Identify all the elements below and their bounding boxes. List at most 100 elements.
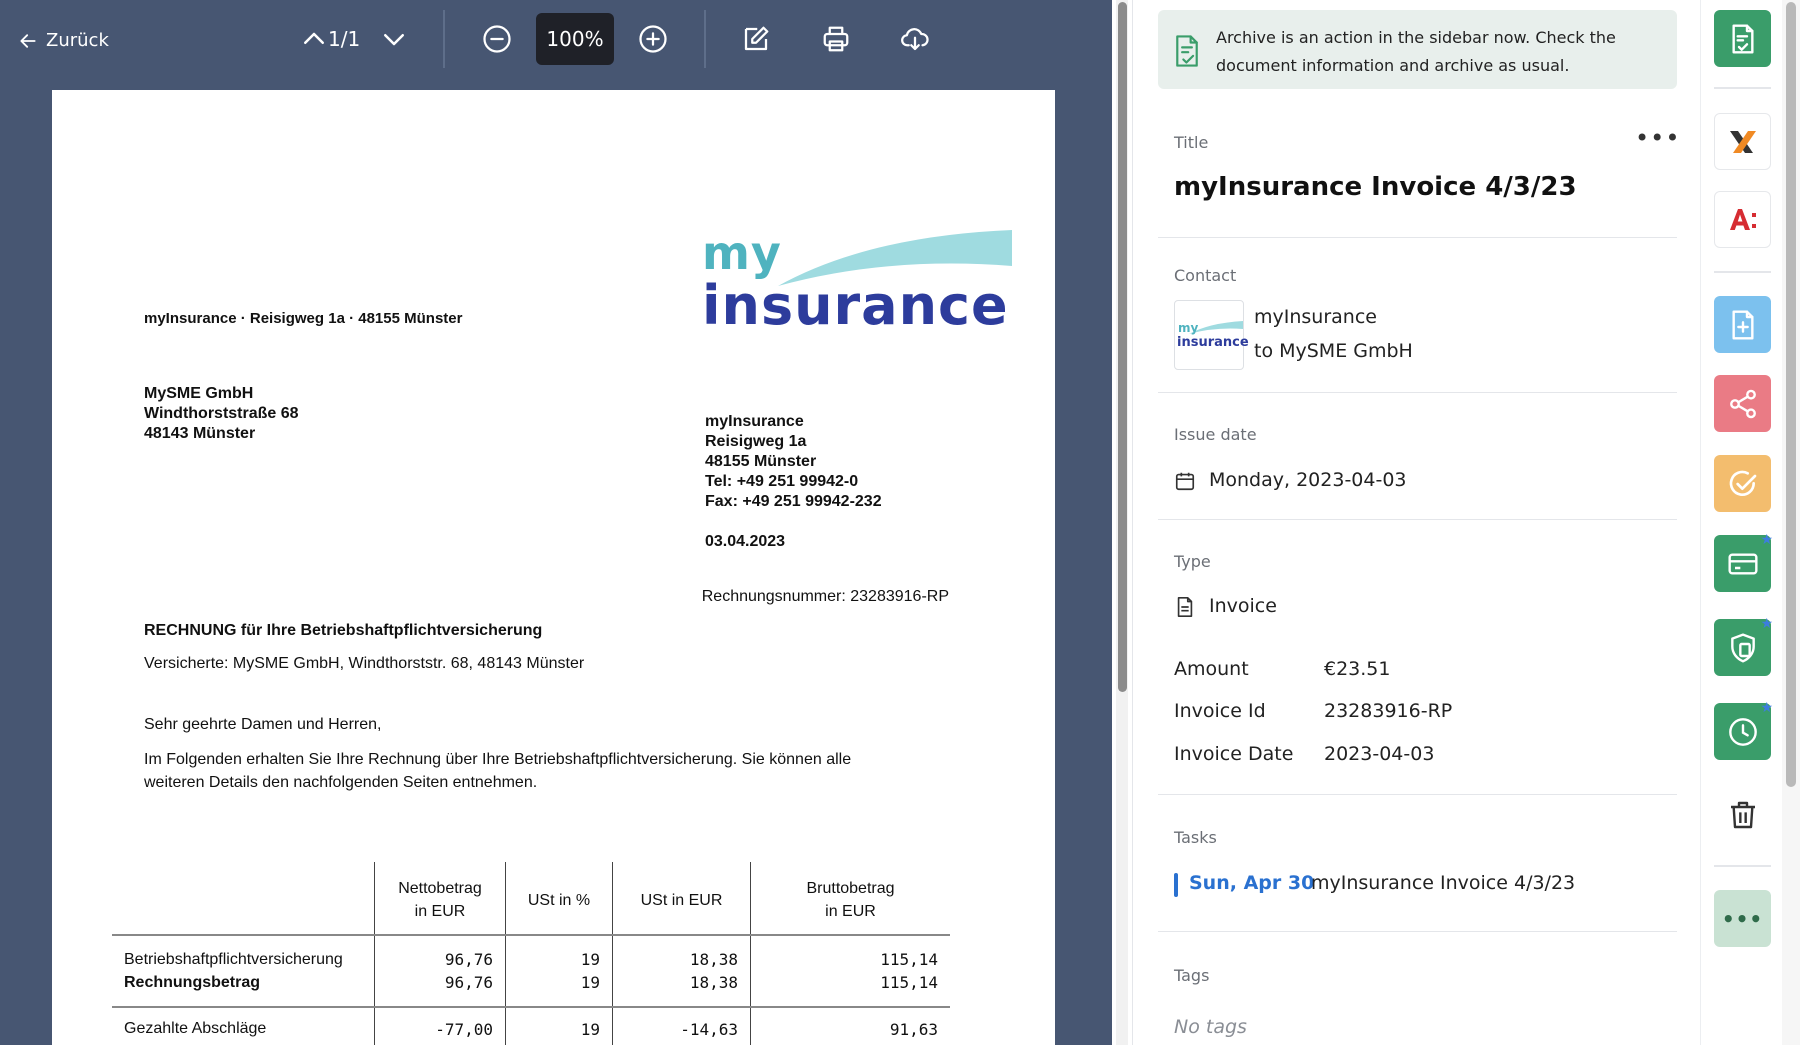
row-label: Betriebshaftpflichtversicherung <box>124 951 343 968</box>
check-circle-icon <box>1729 470 1756 496</box>
sender-line: 48155 Münster <box>705 453 817 470</box>
print-button[interactable] <box>816 19 856 59</box>
table-header-row: Nettobetrag in EUR USt in % USt in EUR Br… <box>112 862 950 934</box>
gross-cell: 115,14 115,14 <box>750 936 950 1006</box>
chevron-down-icon <box>384 34 404 46</box>
field-value[interactable]: €23.51 <box>1324 658 1390 680</box>
back-label: Zurück <box>46 30 109 51</box>
sender-line: Tel: +49 251 99942-0 <box>705 473 859 490</box>
body-text: Im Folgenden erhalten Sie Ihre Rechnung … <box>144 751 852 791</box>
payment-button[interactable]: ★ <box>1714 532 1773 592</box>
zoom-out-button[interactable] <box>477 19 517 59</box>
next-page-button[interactable] <box>374 19 414 59</box>
task-indicator <box>1174 873 1178 897</box>
sidebar-scrollbar[interactable] <box>1782 0 1800 1045</box>
tasks-label: Tasks <box>1174 828 1217 847</box>
logo-my: my <box>702 226 782 280</box>
document-date: 03.04.2023 <box>705 533 786 550</box>
sender-line: myInsurance <box>705 413 804 430</box>
star-icon: ★ <box>1760 616 1773 632</box>
notice-text: Archive is an action in the sidebar now.… <box>1216 28 1616 75</box>
type-label: Type <box>1174 552 1211 571</box>
task-name[interactable]: myInsurance Invoice 4/3/23 <box>1311 872 1575 894</box>
issue-date-label: Issue date <box>1174 425 1257 444</box>
type-value[interactable]: Invoice <box>1209 595 1277 617</box>
contact-label: Contact <box>1174 266 1237 285</box>
insured-party: Versicherte: MySME GmbH, Windthorststr. … <box>144 655 585 672</box>
issue-date-value[interactable]: Monday, 2023-04-03 <box>1209 469 1407 491</box>
arrow-left-icon <box>20 33 36 48</box>
more-options-button[interactable]: ••• <box>1635 124 1680 152</box>
edit-icon <box>744 26 769 51</box>
archive-button[interactable] <box>1714 10 1771 67</box>
credit-card-icon <box>1727 552 1758 575</box>
invoice-subject: RECHNUNG für Ihre Betriebshaftpflichtver… <box>144 622 543 639</box>
minus-circle-icon <box>483 25 511 53</box>
clock-icon <box>1728 717 1757 746</box>
viewer-scrollbar[interactable] <box>1116 0 1128 1045</box>
zoom-in-button[interactable] <box>633 19 673 59</box>
field-key: Invoice Id <box>1174 700 1266 722</box>
table-header: Bruttobetrag in EUR <box>750 862 950 934</box>
more-actions-button[interactable]: ••• <box>1714 890 1771 947</box>
field-value[interactable]: 2023-04-03 <box>1324 743 1434 765</box>
add-document-button[interactable] <box>1714 296 1771 353</box>
sender-address: myInsurance Reisigweg 1a 48155 Münster T… <box>705 412 882 512</box>
sender-line: Reisigweg 1a <box>705 433 807 450</box>
tags-label: Tags <box>1174 966 1210 985</box>
document-viewer: Zurück 1/1 100% myInsurance · Reisigweg <box>0 0 1112 1045</box>
scrollbar-thumb[interactable] <box>1786 2 1796 787</box>
back-button[interactable]: Zurück <box>18 30 109 51</box>
approve-button[interactable] <box>1714 455 1771 512</box>
star-icon: ★ <box>1760 532 1773 548</box>
row-label: Rechnungsbetrag <box>124 974 261 991</box>
net-cell: -77,00 <box>374 1008 505 1045</box>
divider <box>1158 392 1677 393</box>
recipient-line: Windthorststraße 68 <box>144 405 299 422</box>
rail-divider <box>1714 271 1771 273</box>
document-page: myInsurance · Reisigweg 1a · 48155 Münst… <box>52 90 1055 1045</box>
invoice-table: Nettobetrag in EUR USt in % USt in EUR Br… <box>112 862 950 1045</box>
delete-button[interactable] <box>1714 786 1771 843</box>
divider <box>1158 237 1677 238</box>
rail-divider <box>1714 87 1771 89</box>
insurance-button[interactable]: ★ <box>1714 616 1773 676</box>
xero-export-button[interactable] <box>1714 113 1771 170</box>
download-button[interactable] <box>895 19 935 59</box>
recipient-line: MySME GmbH <box>144 385 254 402</box>
divider <box>1158 794 1677 795</box>
xero-icon <box>1729 130 1756 153</box>
page-indicator: 1/1 <box>328 27 361 51</box>
company-logo: my insurance <box>702 226 1012 346</box>
document-check-icon <box>1176 35 1198 67</box>
edit-button[interactable] <box>736 19 776 59</box>
contact-recipient: to MySME GmbH <box>1254 340 1413 362</box>
info-notice: Archive is an action in the sidebar now.… <box>1158 10 1677 89</box>
contact-name[interactable]: myInsurance <box>1254 306 1377 328</box>
sender-line: myInsurance · Reisigweg 1a · 48155 Münst… <box>144 310 463 327</box>
table-header: USt in EUR <box>612 862 750 934</box>
scrollbar-thumb[interactable] <box>1118 2 1127 692</box>
task-date[interactable]: Sun, Apr 30 <box>1189 872 1314 894</box>
trash-icon <box>1730 801 1755 828</box>
a-colon-icon <box>1729 208 1756 230</box>
vat-pct-cell: 19 19 <box>505 936 612 1006</box>
table-header <box>112 862 374 934</box>
action-rail: ★ ★ ★ ••• <box>1700 0 1782 1045</box>
field-value[interactable]: 23283916-RP <box>1324 700 1452 722</box>
document-title[interactable]: myInsurance Invoice 4/3/23 <box>1174 172 1577 202</box>
viewer-toolbar: Zurück 1/1 100% <box>0 0 1112 78</box>
share-button[interactable] <box>1714 375 1771 432</box>
addison-export-button[interactable] <box>1714 191 1771 248</box>
zoom-level[interactable]: 100% <box>536 13 614 65</box>
document-sidebar: Archive is an action in the sidebar now.… <box>1132 0 1700 1045</box>
field-key: Amount <box>1174 658 1249 680</box>
reminder-button[interactable]: ★ <box>1714 700 1773 760</box>
recipient-address: MySME GmbH Windthorststraße 68 48143 Mün… <box>144 384 299 444</box>
contact-avatar: my insurance <box>1174 300 1249 370</box>
star-icon: ★ <box>1760 700 1773 716</box>
archive-document-icon <box>1731 23 1754 54</box>
no-tags-text[interactable]: No tags <box>1174 1016 1247 1038</box>
recipient-line: 48143 Münster <box>144 425 256 442</box>
field-key: Invoice Date <box>1174 743 1294 765</box>
